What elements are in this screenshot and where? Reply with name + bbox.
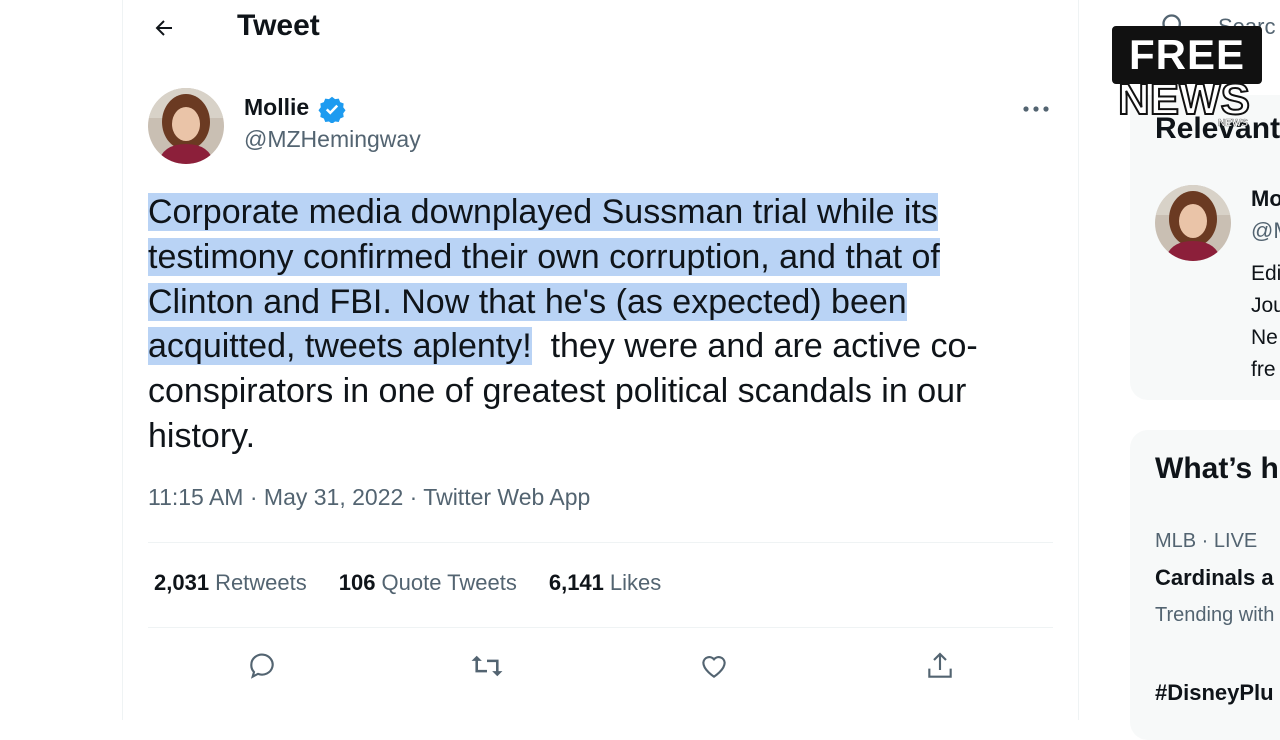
retweets-stat[interactable]: 2,031 Retweets [154, 570, 307, 596]
trend-title[interactable]: #DisneyPlu [1155, 680, 1274, 706]
column-border-right [1078, 0, 1079, 720]
relevant-avatar[interactable] [1155, 185, 1231, 261]
quote-tweets-stat[interactable]: 106 Quote Tweets [339, 570, 517, 596]
arrow-left-icon [155, 20, 172, 36]
verified-badge-icon [318, 96, 346, 123]
author-handle[interactable]: @MZHemingway [244, 126, 421, 153]
divider [148, 627, 1053, 628]
tweet-text: Corporate media downplayed Sussman trial… [148, 190, 1053, 459]
like-button[interactable] [694, 646, 734, 686]
avatar[interactable] [148, 88, 224, 164]
reply-button[interactable] [242, 646, 282, 686]
more-dots-icon [1023, 106, 1049, 112]
likes-stat[interactable]: 6,141 Likes [549, 570, 661, 596]
tweet-timestamp[interactable]: 11:15 AM · May 31, 2022 · Twitter Web Ap… [148, 484, 590, 511]
relevant-bio: Edi Jou Ne fre [1251, 262, 1280, 381]
more-options-button[interactable] [1016, 94, 1056, 124]
divider [148, 542, 1053, 543]
tweet-stats: 2,031 Retweets 106 Quote Tweets 6,141 Likes [154, 570, 661, 596]
relevant-name[interactable]: Mo [1251, 186, 1280, 212]
retweet-icon [471, 655, 503, 677]
profile-photo [148, 88, 224, 164]
author-name[interactable]: Mollie [244, 94, 309, 121]
back-button[interactable] [146, 10, 182, 46]
share-button[interactable] [920, 646, 960, 686]
retweet-button[interactable] [467, 646, 507, 686]
whats-happening-title: What’s h [1155, 452, 1279, 485]
free-news-logo: FREE NEWS NEWS [1108, 24, 1262, 134]
heart-icon [702, 656, 726, 678]
column-border-left [122, 0, 123, 720]
trend-subtitle: Trending with [1155, 604, 1275, 626]
share-icon [928, 652, 952, 678]
profile-photo [1155, 185, 1231, 261]
page-title: Tweet [237, 9, 320, 42]
trend-meta: MLB · LIVE [1155, 530, 1258, 552]
reply-icon [250, 653, 274, 679]
trend-title[interactable]: Cardinals a [1155, 565, 1274, 591]
relevant-handle[interactable]: @M [1251, 218, 1280, 244]
